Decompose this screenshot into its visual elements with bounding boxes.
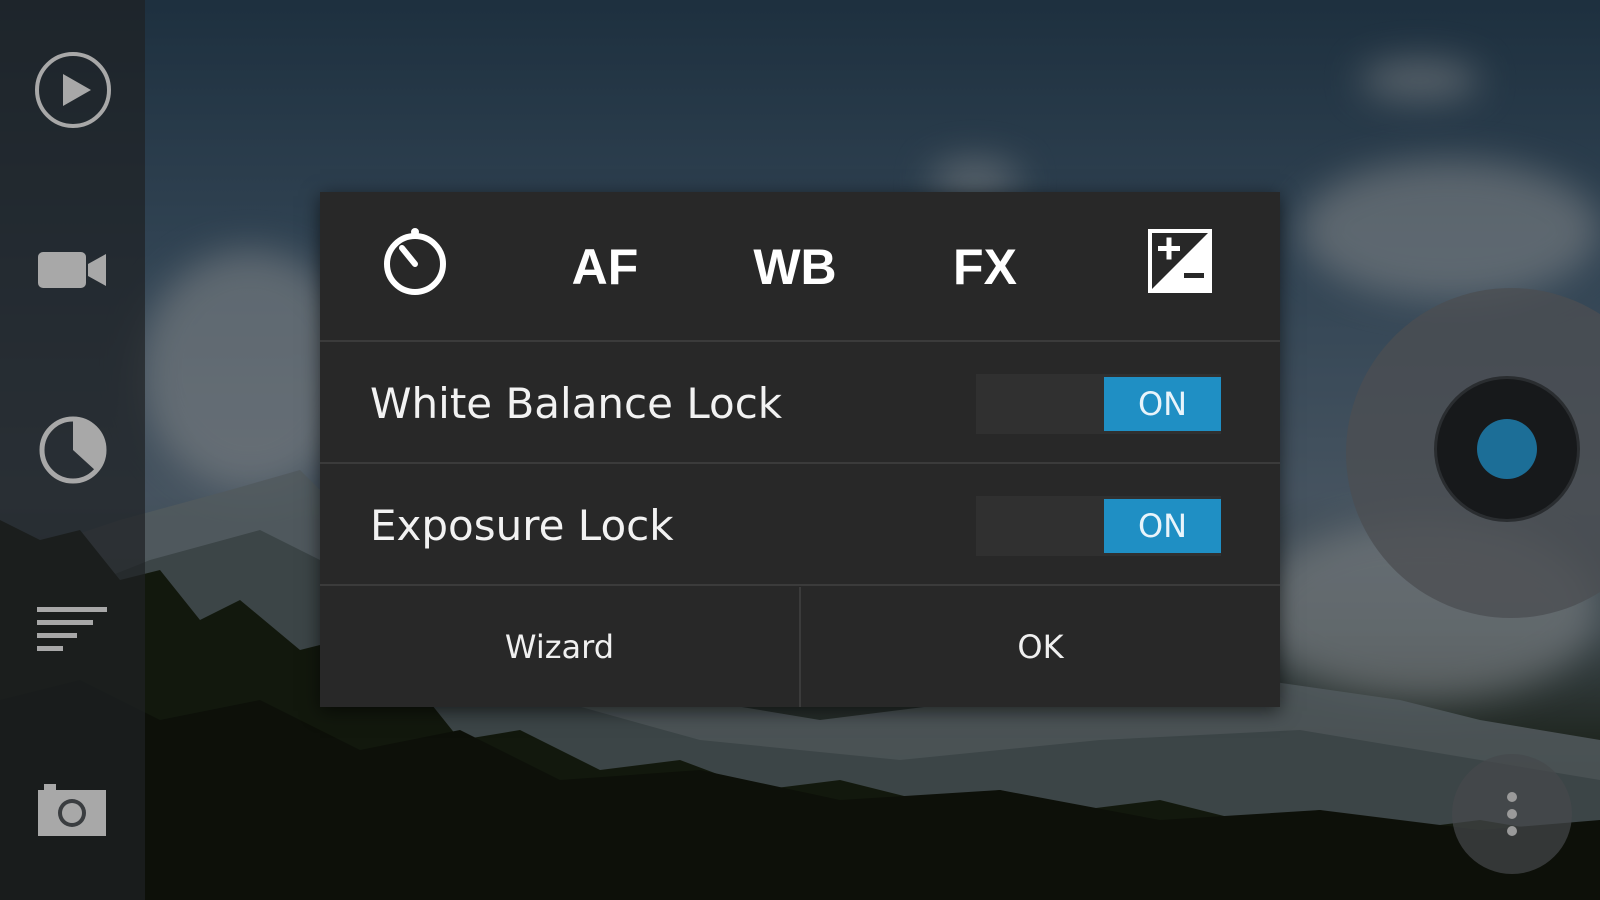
shutter-dot	[1477, 419, 1537, 479]
tab-exposure[interactable]	[1080, 192, 1280, 342]
timer-pie-icon	[38, 415, 108, 485]
tab-af[interactable]: AF	[510, 192, 700, 342]
gallery-play-button[interactable]	[0, 40, 145, 140]
dialog-button-bar: Wizard OK	[320, 587, 1280, 707]
ok-button[interactable]: OK	[801, 587, 1280, 707]
settings-dialog: AF WB FX White Balance Lock ON Exposure …	[320, 192, 1280, 707]
white-balance-lock-row: White Balance Lock ON	[320, 344, 1280, 464]
toggle-on-state: ON	[1104, 499, 1221, 553]
timer-icon	[380, 226, 450, 308]
tab-timer[interactable]	[320, 192, 510, 342]
exposure-lock-label: Exposure Lock	[370, 501, 674, 550]
settings-menu-button[interactable]	[0, 580, 145, 680]
video-mode-button[interactable]	[0, 220, 145, 320]
menu-lines-icon	[36, 607, 109, 653]
settings-tab-bar: AF WB FX	[320, 192, 1280, 342]
white-balance-lock-label: White Balance Lock	[370, 379, 783, 428]
video-camera-icon	[37, 248, 108, 292]
exposure-lock-row: Exposure Lock ON	[320, 466, 1280, 586]
tab-fx[interactable]: FX	[890, 192, 1080, 342]
timer-mode-button[interactable]	[0, 400, 145, 500]
more-options-button[interactable]	[1452, 754, 1572, 874]
exposure-compensation-icon	[1148, 229, 1212, 305]
exposure-lock-toggle[interactable]: ON	[976, 496, 1221, 556]
toggle-on-state: ON	[1104, 377, 1221, 431]
white-balance-lock-toggle[interactable]: ON	[976, 374, 1221, 434]
play-icon	[33, 50, 113, 130]
camera-icon	[37, 782, 108, 838]
left-toolbar	[0, 0, 145, 900]
tab-wb-label: WB	[753, 239, 837, 295]
photo-mode-button[interactable]	[0, 760, 145, 860]
tab-fx-label: FX	[953, 239, 1017, 295]
tab-af-label: AF	[571, 239, 639, 295]
tab-wb[interactable]: WB	[700, 192, 890, 342]
shutter-button[interactable]	[1437, 379, 1577, 519]
wizard-button[interactable]: Wizard	[320, 587, 799, 707]
